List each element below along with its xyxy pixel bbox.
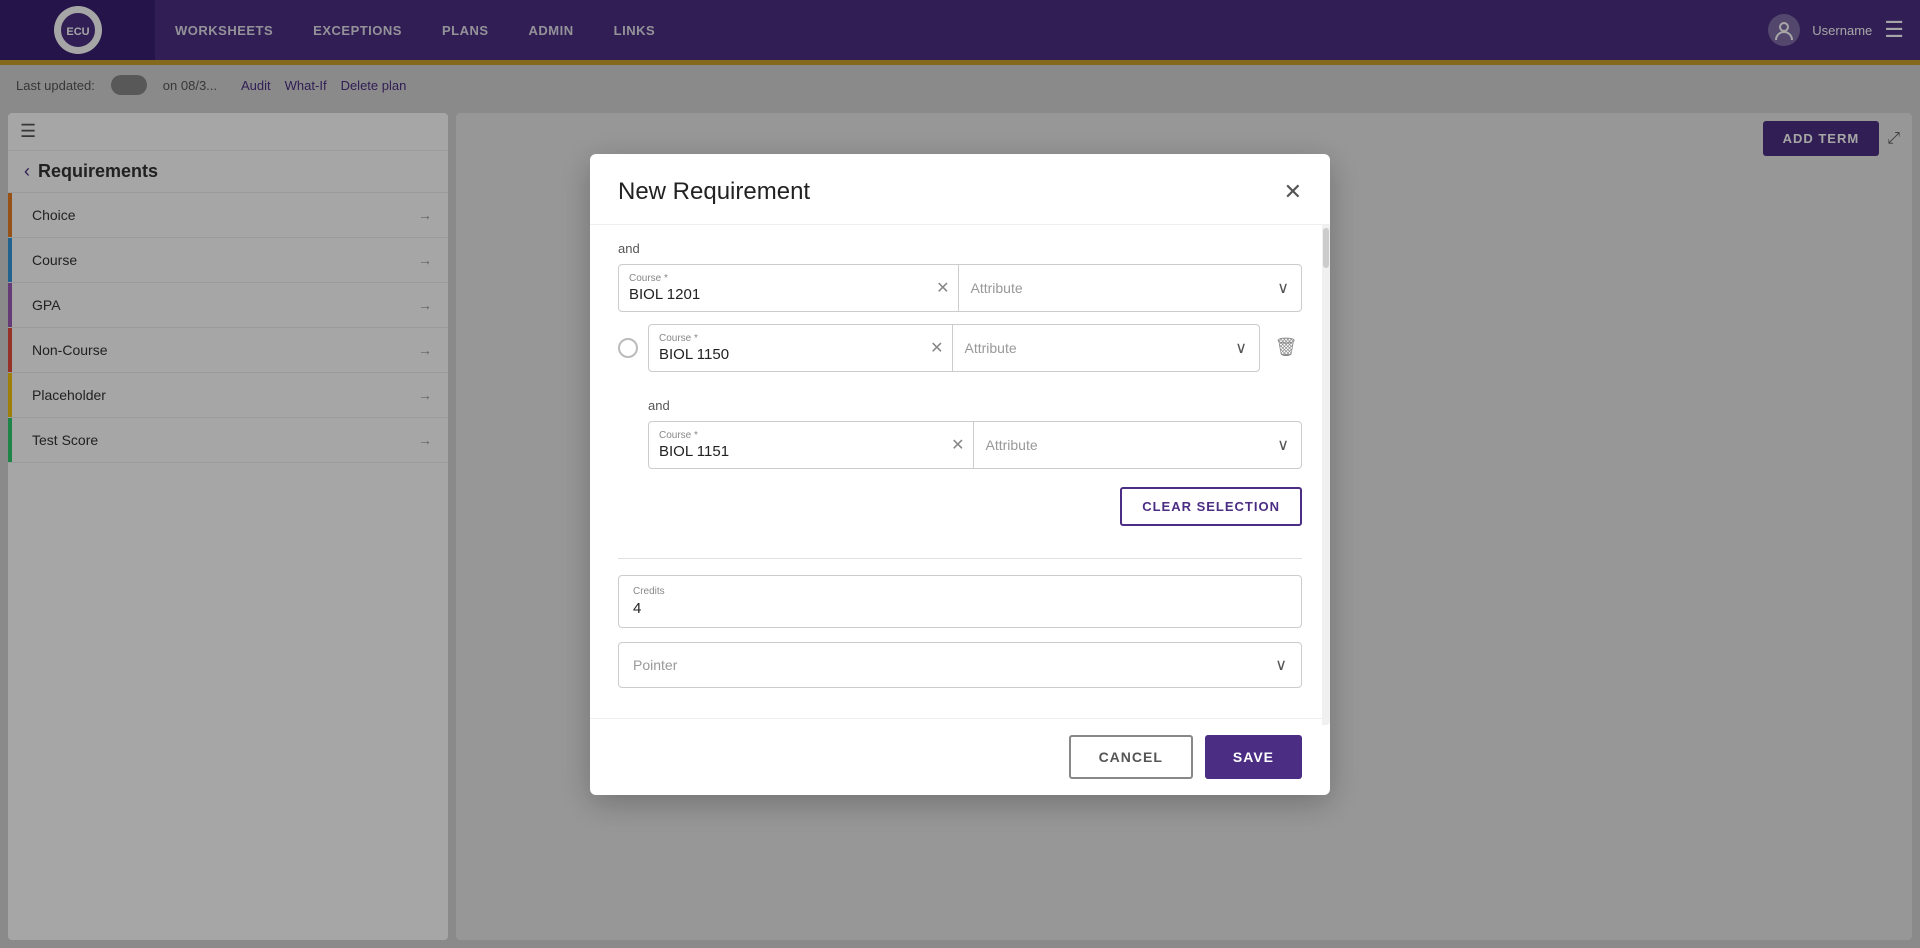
course-row-1-wrapper: Course * BIOL 1201 ✕ Attribute ∨ <box>618 264 1302 312</box>
attribute-field-2[interactable]: Attribute ∨ <box>953 325 1260 371</box>
attribute2-chevron-icon: ∨ <box>1235 338 1247 358</box>
attribute3-chevron-icon: ∨ <box>1277 435 1289 455</box>
modal-title: New Requirement <box>618 178 810 206</box>
course-field-1[interactable]: Course * BIOL 1201 ✕ <box>619 265 959 311</box>
course2-value: BIOL 1150 <box>659 346 942 363</box>
save-button[interactable]: SAVE <box>1205 735 1302 779</box>
attribute1-chevron-icon: ∨ <box>1277 278 1289 298</box>
course-field-group-3: Course * BIOL 1151 ✕ Attribute ∨ <box>648 421 1302 469</box>
pointer-field[interactable]: Pointer ∨ <box>618 642 1302 688</box>
clear-selection-button[interactable]: CLEAR SELECTION <box>1120 487 1302 526</box>
credits-label: Credits <box>633 586 1287 597</box>
clear-selection-row: CLEAR SELECTION <box>618 479 1302 542</box>
new-requirement-modal: New Requirement ✕ and Course * BIOL 1201… <box>590 154 1330 795</box>
course2-field-label: Course * <box>659 333 942 344</box>
attribute-field-3[interactable]: Attribute ∨ <box>974 422 1302 468</box>
pointer-chevron-icon: ∨ <box>1275 655 1287 675</box>
modal-overlay: New Requirement ✕ and Course * BIOL 1201… <box>0 0 1920 948</box>
course3-value: BIOL 1151 <box>659 443 963 460</box>
course2-delete-button[interactable]: 🗑 <box>1270 332 1302 364</box>
modal-close-button[interactable]: ✕ <box>1284 181 1302 203</box>
course1-clear-button[interactable]: ✕ <box>936 278 949 298</box>
section3-label: and <box>618 382 1302 421</box>
course-field-2[interactable]: Course * BIOL 1150 ✕ <box>649 325 953 371</box>
cancel-button[interactable]: CANCEL <box>1069 735 1193 779</box>
course2-radio[interactable] <box>618 338 638 358</box>
pointer-label: Pointer <box>633 657 677 673</box>
course1-value: BIOL 1201 <box>629 286 948 303</box>
modal-footer: CANCEL SAVE <box>590 718 1330 795</box>
divider <box>618 558 1302 559</box>
course-field-group-1: Course * BIOL 1201 ✕ Attribute ∨ <box>618 264 1302 312</box>
course-row-2-wrapper: Course * BIOL 1150 ✕ Attribute ∨ 🗑 <box>618 324 1302 372</box>
section1-label: and <box>618 225 1302 264</box>
scroll-thumb[interactable] <box>1323 228 1329 268</box>
course3-field-label: Course * <box>659 430 963 441</box>
attribute-field-1[interactable]: Attribute ∨ <box>959 265 1302 311</box>
scroll-track <box>1322 224 1330 725</box>
course-field-3[interactable]: Course * BIOL 1151 ✕ <box>649 422 974 468</box>
modal-body: and Course * BIOL 1201 ✕ Attribute ∨ <box>590 225 1330 718</box>
attribute3-label: Attribute <box>986 437 1038 453</box>
attribute1-label: Attribute <box>971 280 1023 296</box>
credits-value: 4 <box>633 600 1287 617</box>
course-field-group-2: Course * BIOL 1150 ✕ Attribute ∨ <box>648 324 1260 372</box>
credits-field[interactable]: Credits 4 <box>618 575 1302 628</box>
course3-clear-button[interactable]: ✕ <box>951 435 964 455</box>
course2-clear-button[interactable]: ✕ <box>930 338 943 358</box>
course1-field-label: Course * <box>629 273 948 284</box>
course-row-3-wrapper: Course * BIOL 1151 ✕ Attribute ∨ <box>618 421 1302 469</box>
modal-header: New Requirement ✕ <box>590 154 1330 225</box>
attribute2-label: Attribute <box>965 340 1017 356</box>
